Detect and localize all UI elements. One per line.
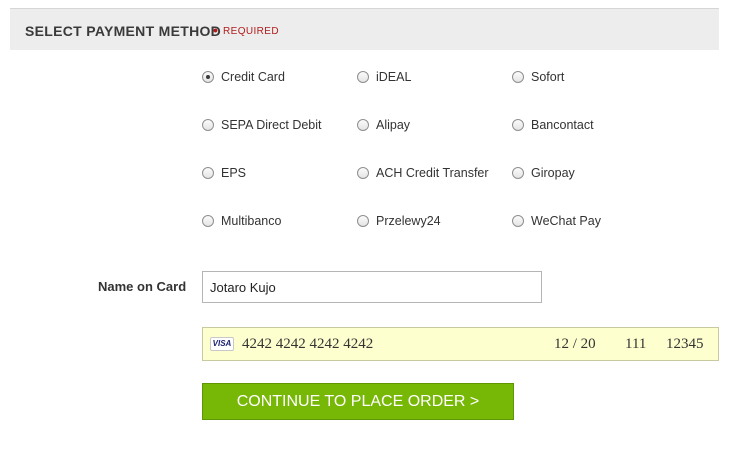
card-details-field[interactable]: VISA 4242 4242 4242 4242 12 / 20 111 123… bbox=[202, 327, 719, 361]
radio-credit-card[interactable] bbox=[202, 71, 214, 83]
required-marker: • bbox=[213, 22, 218, 38]
payment-method-header: SELECT PAYMENT METHOD • REQUIRED bbox=[10, 8, 719, 50]
payment-option-sofort[interactable]: Sofort bbox=[512, 67, 564, 87]
payment-option-sepa-direct-debit[interactable]: SEPA Direct Debit bbox=[202, 115, 322, 135]
radio-bancontact[interactable] bbox=[512, 119, 524, 131]
payment-option-label: Sofort bbox=[531, 70, 565, 84]
payment-option-label: Bancontact bbox=[531, 118, 594, 132]
payment-option-ach-credit-transfer[interactable]: ACH Credit Transfer bbox=[357, 163, 489, 183]
radio-eps[interactable] bbox=[202, 167, 214, 179]
radio-sepa-direct-debit[interactable] bbox=[202, 119, 214, 131]
radio-ach-credit-transfer[interactable] bbox=[357, 167, 369, 179]
payment-option-multibanco[interactable]: Multibanco bbox=[202, 211, 281, 231]
payment-option-alipay[interactable]: Alipay bbox=[357, 115, 410, 135]
continue-to-place-order-button[interactable]: CONTINUE TO PLACE ORDER > bbox=[202, 383, 514, 420]
card-cvc-input[interactable]: 111 bbox=[625, 336, 646, 353]
radio-giropay[interactable] bbox=[512, 167, 524, 179]
radio-sofort[interactable] bbox=[512, 71, 524, 83]
payment-option-credit-card[interactable]: Credit Card bbox=[202, 67, 285, 87]
payment-option-przelewy24[interactable]: Przelewy24 bbox=[357, 211, 441, 231]
payment-option-giropay[interactable]: Giropay bbox=[512, 163, 575, 183]
radio-multibanco[interactable] bbox=[202, 215, 214, 227]
name-on-card-input[interactable] bbox=[202, 271, 542, 303]
name-on-card-label: Name on Card bbox=[98, 279, 187, 294]
required-label: REQUIRED bbox=[223, 26, 279, 37]
visa-icon: VISA bbox=[210, 337, 234, 351]
radio-przelewy24[interactable] bbox=[357, 215, 369, 227]
payment-option-bancontact[interactable]: Bancontact bbox=[512, 115, 594, 135]
payment-option-label: ACH Credit Transfer bbox=[376, 166, 489, 180]
card-expiry-input[interactable]: 12 / 20 bbox=[554, 336, 596, 353]
payment-option-label: WeChat Pay bbox=[531, 214, 601, 228]
payment-option-label: Multibanco bbox=[221, 214, 282, 228]
payment-option-eps[interactable]: EPS bbox=[202, 163, 246, 183]
payment-option-ideal[interactable]: iDEAL bbox=[357, 67, 411, 87]
radio-alipay[interactable] bbox=[357, 119, 369, 131]
card-postal-code-input[interactable]: 12345 bbox=[666, 336, 704, 353]
card-number-input[interactable]: 4242 4242 4242 4242 bbox=[242, 336, 373, 353]
payment-option-label: Przelewy24 bbox=[376, 214, 441, 228]
payment-option-label: Alipay bbox=[376, 118, 411, 132]
payment-page: SELECT PAYMENT METHOD • REQUIRED Credit … bbox=[0, 0, 735, 450]
payment-option-label: Giropay bbox=[531, 166, 575, 180]
radio-ideal[interactable] bbox=[357, 71, 369, 83]
payment-option-wechat-pay[interactable]: WeChat Pay bbox=[512, 211, 601, 231]
payment-option-label: EPS bbox=[221, 166, 247, 180]
payment-option-label: Credit Card bbox=[221, 70, 285, 84]
section-title: SELECT PAYMENT METHOD bbox=[25, 23, 222, 39]
payment-option-label: iDEAL bbox=[376, 70, 412, 84]
payment-option-label: SEPA Direct Debit bbox=[221, 118, 322, 132]
radio-wechat-pay[interactable] bbox=[512, 215, 524, 227]
